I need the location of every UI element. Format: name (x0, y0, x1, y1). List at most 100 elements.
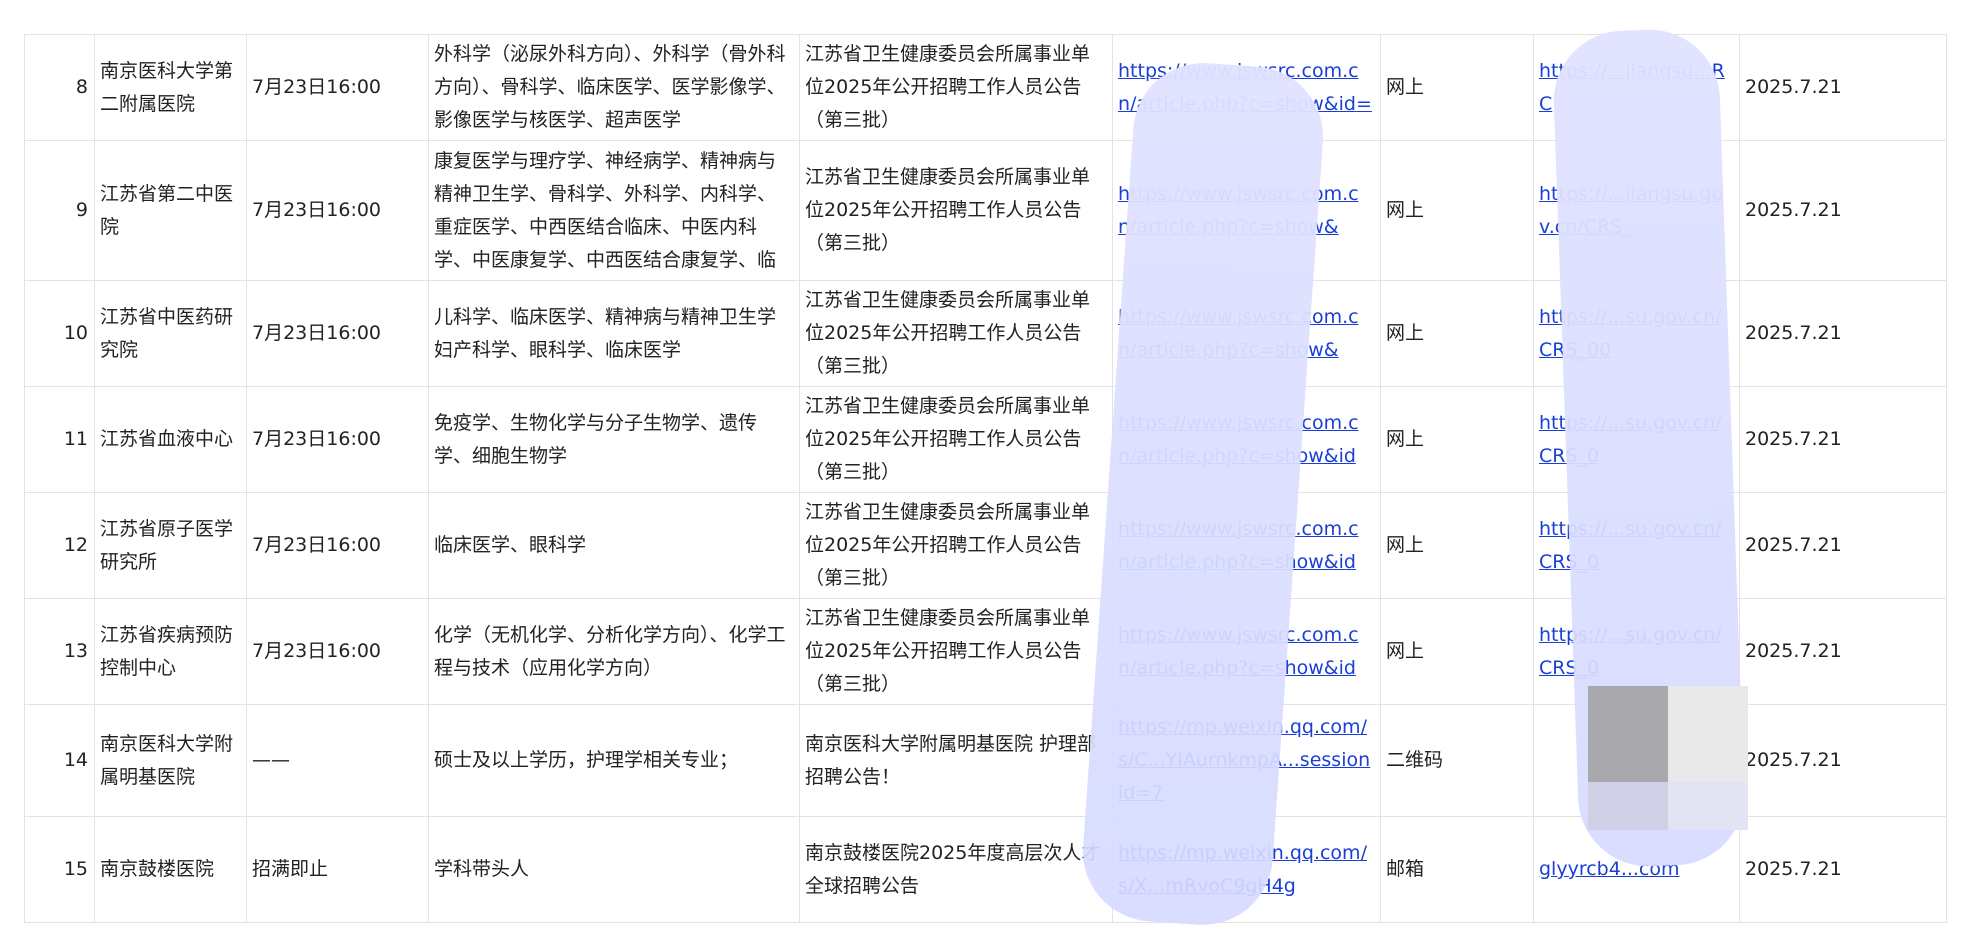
notice-cell[interactable]: 江苏省卫生健康委员会所属事业单位2025年公开招聘工作人员公告（第三批） (799, 280, 1113, 387)
notice-link-cell[interactable]: https://www.jswsrc.com.cn/article.php?c=… (1112, 34, 1381, 141)
method-cell[interactable]: 二维码 (1380, 704, 1534, 817)
unit-cell[interactable]: 江苏省原子医学研究所 (94, 492, 247, 599)
date-cell[interactable]: 2025.7.21 (1739, 492, 1947, 599)
majors-cell[interactable]: 外科学（泌尿外科方向）、外科学（骨外科方向）、骨科学、临床医学、医学影像学、影像… (428, 34, 800, 141)
method-cell[interactable]: 网上 (1380, 492, 1534, 599)
date-cell[interactable]: 2025.7.21 (1739, 280, 1947, 387)
date-cell[interactable]: 2025.7.21 (1739, 140, 1947, 281)
deadline-cell[interactable]: 7月23日16:00 (246, 598, 429, 705)
apply-link-cell[interactable]: https://...su.gov.cn/CRS_00 (1533, 280, 1740, 387)
deadline-cell[interactable]: 7月23日16:00 (246, 492, 429, 599)
row-number: 11 (24, 386, 95, 493)
majors-text: 化学（无机化学、分析化学方向）、化学工程与技术（应用化学方向） (434, 623, 786, 679)
table-row: 8 南京医科大学第二附属医院 7月23日16:00 外科学（泌尿外科方向）、外科… (24, 34, 1947, 141)
majors-cell[interactable]: 临床医学、眼科学 (428, 492, 800, 599)
notice-link-cell[interactable]: https://www.jswsrc.com.cn/article.php?c=… (1112, 492, 1381, 599)
apply-link[interactable]: https://...jiangsu.gov.cn/CRS_ (1539, 183, 1723, 238)
notice-link[interactable]: https://www.jswsrc.com.cn/article.php?c=… (1118, 412, 1359, 467)
unit-cell[interactable]: 南京鼓楼医院 (94, 816, 247, 923)
method-cell[interactable]: 网上 (1380, 140, 1534, 281)
date-cell[interactable]: 2025.7.21 (1739, 34, 1947, 141)
notice-cell[interactable]: 江苏省卫生健康委员会所属事业单位2025年公开招聘工作人员公告（第三批） (799, 140, 1113, 281)
apply-link[interactable]: https://...jiangsu...RC (1539, 60, 1725, 115)
notice-link-cell[interactable]: https://www.jswsrc.com.cn/article.php?c=… (1112, 280, 1381, 387)
notice-cell[interactable]: 江苏省卫生健康委员会所属事业单位2025年公开招聘工作人员公告（第三批） (799, 34, 1113, 141)
row-number: 12 (24, 492, 95, 599)
table-row: 11 江苏省血液中心 7月23日16:00 免疫学、生物化学与分子生物学、遗传学… (24, 386, 1947, 493)
deadline-cell[interactable]: 7月23日16:00 (246, 280, 429, 387)
recruitment-table: 8 南京医科大学第二附属医院 7月23日16:00 外科学（泌尿外科方向）、外科… (24, 34, 1947, 923)
notice-link[interactable]: https://www.jswsrc.com.cn/article.php?c=… (1118, 518, 1359, 573)
date-cell[interactable]: 2025.7.21 (1739, 598, 1947, 705)
apply-link-cell[interactable]: https://...su.gov.cn/CRS_0 (1533, 386, 1740, 493)
majors-cell[interactable]: 康复医学与理疗学、神经病学、精神病与精神卫生学、骨科学、外科学、内科学、重症医学… (428, 140, 800, 281)
notice-link[interactable]: https://www.jswsrc.com.cn/article.php?c=… (1118, 624, 1359, 679)
row-number: 13 (24, 598, 95, 705)
apply-link-cell[interactable] (1533, 704, 1740, 817)
notice-link[interactable]: https://www.jswsrc.com.cn/article.php?c=… (1118, 60, 1372, 115)
notice-link[interactable]: https://www.jswsrc.com.cn/article.php?c=… (1118, 183, 1359, 238)
method-cell[interactable]: 网上 (1380, 386, 1534, 493)
majors-cell[interactable]: 学科带头人 (428, 816, 800, 923)
table-row: 10 江苏省中医药研究院 7月23日16:00 儿科学、临床医学、精神病与精神卫… (24, 280, 1947, 387)
apply-link[interactable]: https://...su.gov.cn/CRS_0 (1539, 412, 1722, 467)
deadline-cell[interactable]: 7月23日16:00 (246, 140, 429, 281)
apply-link-cell[interactable]: https://...jiangsu...RC (1533, 34, 1740, 141)
date-cell[interactable]: 2025.7.21 (1739, 386, 1947, 493)
unit-cell[interactable]: 江苏省血液中心 (94, 386, 247, 493)
majors-text: 免疫学、生物化学与分子生物学、遗传学、细胞生物学 (434, 411, 758, 467)
majors-cell[interactable]: 儿科学、临床医学、精神病与精神卫生学妇产科学、眼科学、临床医学 (428, 280, 800, 387)
apply-link-cell[interactable]: https://...su.gov.cn/CRS_0 (1533, 598, 1740, 705)
notice-link[interactable]: https://mp.weixin.qq.com/s/C...YIAurnkmp… (1118, 716, 1370, 804)
notice-cell[interactable]: 江苏省卫生健康委员会所属事业单位2025年公开招聘工作人员公告（第三批） (799, 598, 1113, 705)
apply-link-cell[interactable]: https://...su.gov.cn/CRS_0 (1533, 492, 1740, 599)
notice-link[interactable]: https://www.jswsrc.com.cn/article.php?c=… (1118, 306, 1359, 361)
table-row: 9 江苏省第二中医院 7月23日16:00 康复医学与理疗学、神经病学、精神病与… (24, 140, 1947, 281)
deadline-cell[interactable]: 7月23日16:00 (246, 34, 429, 141)
notice-cell[interactable]: 江苏省卫生健康委员会所属事业单位2025年公开招聘工作人员公告（第三批） (799, 492, 1113, 599)
date-cell[interactable]: 2025.7.21 (1739, 704, 1947, 817)
method-cell[interactable]: 网上 (1380, 280, 1534, 387)
deadline-cell[interactable]: —— (246, 704, 429, 817)
date-cell[interactable]: 2025.7.21 (1739, 816, 1947, 923)
unit-cell[interactable]: 南京医科大学第二附属医院 (94, 34, 247, 141)
method-cell[interactable]: 邮箱 (1380, 816, 1534, 923)
deadline-cell[interactable]: 7月23日16:00 (246, 386, 429, 493)
method-cell[interactable]: 网上 (1380, 34, 1534, 141)
majors-cell[interactable]: 免疫学、生物化学与分子生物学、遗传学、细胞生物学 (428, 386, 800, 493)
unit-cell[interactable]: 江苏省第二中医院 (94, 140, 247, 281)
majors-text: 临床医学、眼科学 (434, 534, 587, 556)
table-row: 13 江苏省疾病预防控制中心 7月23日16:00 化学（无机化学、分析化学方向… (24, 598, 1947, 705)
apply-link-cell[interactable]: https://...jiangsu.gov.cn/CRS_ (1533, 140, 1740, 281)
apply-link[interactable]: glyyrcb4...com (1539, 858, 1680, 880)
notice-cell[interactable]: 南京鼓楼医院2025年度高层次人才全球招聘公告 (799, 816, 1113, 923)
notice-link-cell[interactable]: https://mp.weixin.qq.com/s/C...YIAurnkmp… (1112, 704, 1381, 817)
unit-cell[interactable]: 南京医科大学附属明基医院 (94, 704, 247, 817)
notice-link-cell[interactable]: https://mp.weixin.qq.com/s/X...mRvoC9gH4… (1112, 816, 1381, 923)
unit-cell[interactable]: 江苏省疾病预防控制中心 (94, 598, 247, 705)
deadline-cell[interactable]: 招满即止 (246, 816, 429, 923)
row-number: 14 (24, 704, 95, 817)
apply-link[interactable]: https://...su.gov.cn/CRS_00 (1539, 306, 1722, 361)
majors-text: 学科带头人 (434, 858, 530, 880)
notice-cell[interactable]: 江苏省卫生健康委员会所属事业单位2025年公开招聘工作人员公告（第三批） (799, 386, 1113, 493)
majors-cell[interactable]: 硕士及以上学历，护理学相关专业； (428, 704, 800, 817)
method-cell[interactable]: 网上 (1380, 598, 1534, 705)
notice-link-cell[interactable]: https://www.jswsrc.com.cn/article.php?c=… (1112, 598, 1381, 705)
table-row: 14 南京医科大学附属明基医院 —— 硕士及以上学历，护理学相关专业； 南京医科… (24, 704, 1947, 817)
notice-link-cell[interactable]: https://www.jswsrc.com.cn/article.php?c=… (1112, 140, 1381, 281)
table-row: 15 南京鼓楼医院 招满即止 学科带头人 南京鼓楼医院2025年度高层次人才全球… (24, 816, 1947, 923)
notice-link[interactable]: https://mp.weixin.qq.com/s/X...mRvoC9gH4… (1118, 842, 1367, 897)
row-number: 9 (24, 140, 95, 281)
row-number: 8 (24, 34, 95, 141)
majors-text: 儿科学、临床医学、精神病与精神卫生学妇产科学、眼科学、临床医学 (434, 305, 777, 361)
notice-cell[interactable]: 南京医科大学附属明基医院 护理部招聘公告！ (799, 704, 1113, 817)
apply-link[interactable]: https://...su.gov.cn/CRS_0 (1539, 624, 1722, 679)
notice-link-cell[interactable]: https://www.jswsrc.com.cn/article.php?c=… (1112, 386, 1381, 493)
table-row: 12 江苏省原子医学研究所 7月23日16:00 临床医学、眼科学 江苏省卫生健… (24, 492, 1947, 599)
apply-link-cell[interactable]: glyyrcb4...com (1533, 816, 1740, 923)
unit-cell[interactable]: 江苏省中医药研究院 (94, 280, 247, 387)
majors-text: 外科学（泌尿外科方向）、外科学（骨外科方向）、骨科学、临床医学、医学影像学、影像… (434, 43, 786, 131)
apply-link[interactable]: https://...su.gov.cn/CRS_0 (1539, 518, 1722, 573)
majors-cell[interactable]: 化学（无机化学、分析化学方向）、化学工程与技术（应用化学方向） (428, 598, 800, 705)
